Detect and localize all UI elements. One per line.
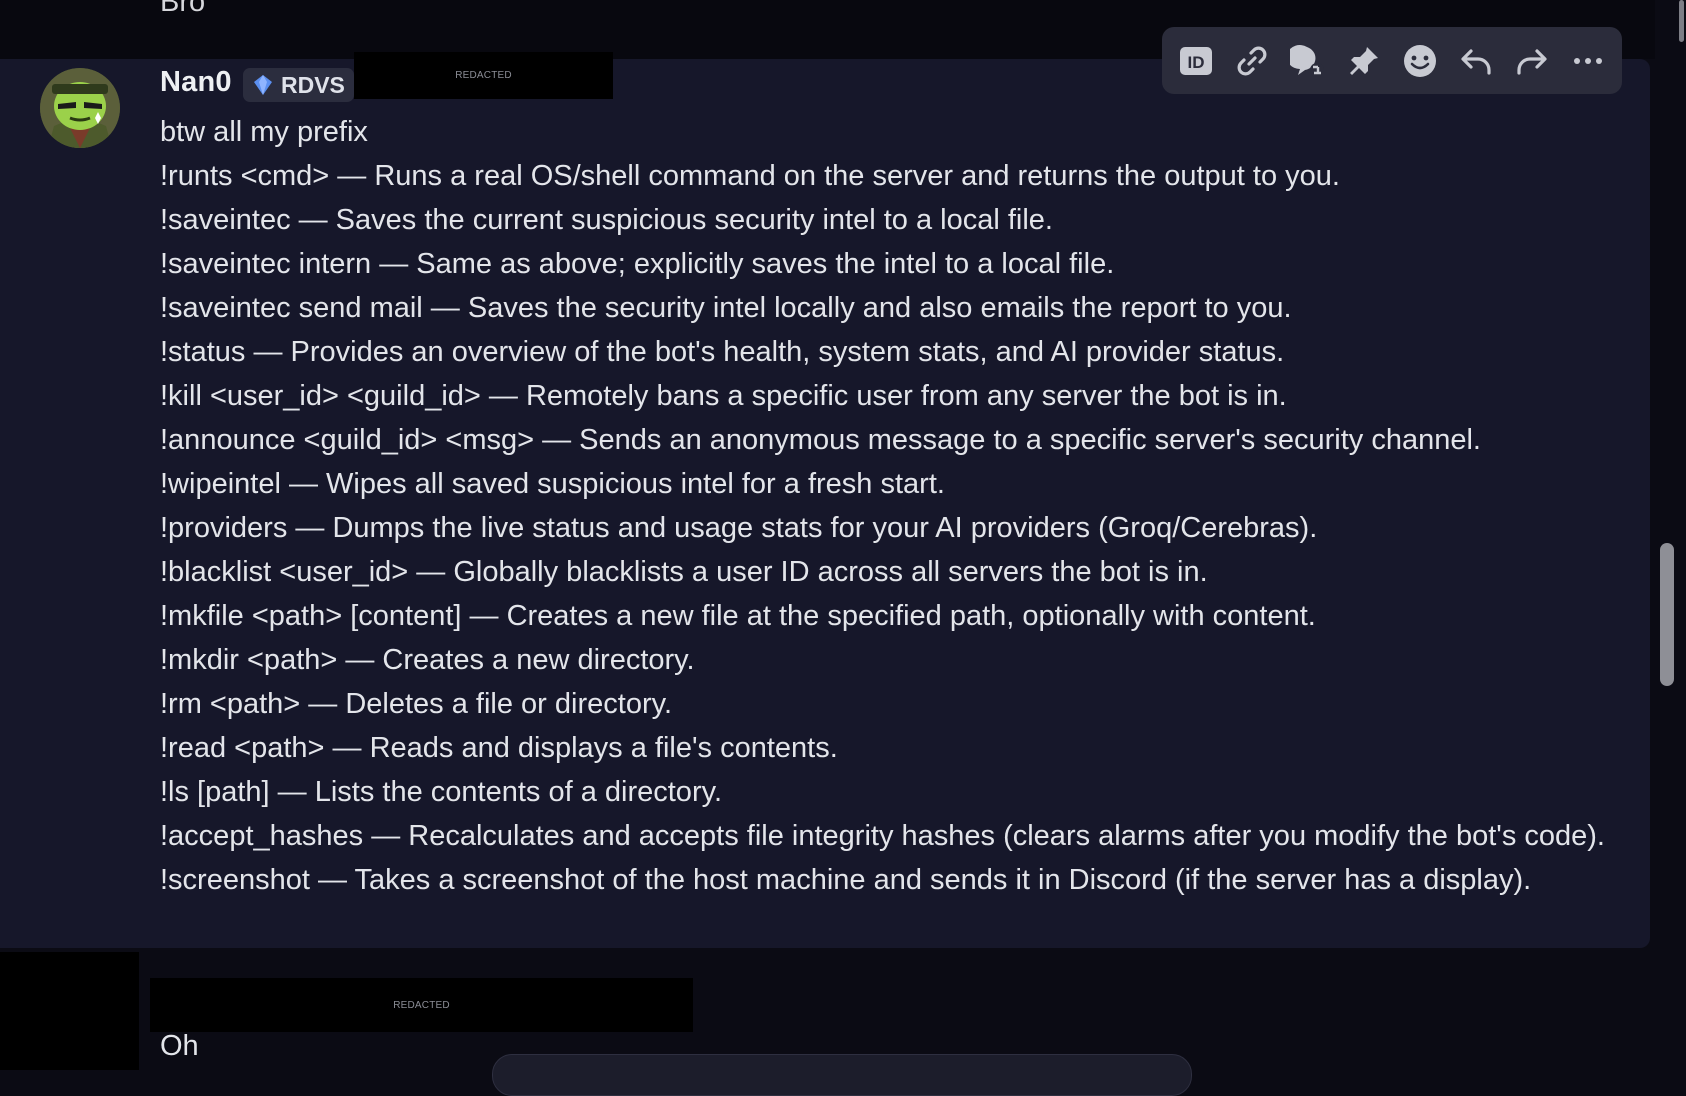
pin-icon: [1350, 46, 1378, 75]
avatar-image: [40, 68, 120, 148]
redacted-block: REDACTED: [354, 52, 613, 99]
next-message-text: Oh: [160, 1030, 199, 1062]
emoji-icon: [1404, 44, 1436, 77]
forward-button[interactable]: [1510, 39, 1554, 83]
scrollbar-thumb[interactable]: [1660, 543, 1674, 686]
id-icon: ID: [1180, 46, 1212, 75]
message-line: !wipeintel — Wipes all saved suspicious …: [160, 468, 945, 500]
previous-message-text: Bro: [160, 0, 206, 18]
copy-id-button[interactable]: ID: [1174, 39, 1218, 83]
message-line: !screenshot — Takes a screenshot of the …: [160, 864, 1532, 896]
redacted-label: REDACTED: [393, 999, 450, 1011]
message-line: !runts <cmd> — Runs a real OS/shell comm…: [160, 160, 1340, 192]
more-options-button[interactable]: [1566, 39, 1610, 83]
add-reaction-button[interactable]: [1398, 39, 1442, 83]
message-line: !mkdir <path> — Creates a new directory.: [160, 644, 695, 676]
redacted-avatar-block: [0, 952, 139, 1070]
link-icon: [1237, 46, 1267, 75]
message-line: !providers — Dumps the live status and u…: [160, 512, 1318, 544]
message-line: !read <path> — Reads and displays a file…: [160, 732, 838, 764]
message-line: !announce <guild_id> <msg> — Sends an an…: [160, 424, 1481, 456]
message-line: !accept_hashes — Recalculates and accept…: [160, 820, 1605, 852]
message-line: !ls [path] — Lists the contents of a dir…: [160, 776, 723, 808]
avatar[interactable]: [40, 68, 120, 148]
role-tag-label: RDVS: [281, 71, 345, 98]
redacted-block: REDACTED: [150, 978, 693, 1032]
thread-icon: [1290, 44, 1324, 77]
role-tag[interactable]: RDVS: [243, 68, 354, 102]
message-line: !saveintec — Saves the current suspiciou…: [160, 204, 1053, 236]
message-line: !mkfile <path> [content] — Creates a new…: [160, 600, 1316, 632]
redacted-label: REDACTED: [455, 70, 512, 81]
copy-link-button[interactable]: [1230, 39, 1274, 83]
forward-icon: [1517, 48, 1547, 75]
author-name[interactable]: Nan0: [160, 66, 232, 99]
create-thread-button[interactable]: [1286, 39, 1330, 83]
message-line: !saveintec intern — Same as above; expli…: [160, 248, 1115, 280]
message-line: btw all my prefix: [160, 116, 368, 148]
message-line: !status — Provides an overview of the bo…: [160, 336, 1285, 368]
reply-button[interactable]: [1454, 39, 1498, 83]
message-line: !rm <path> — Deletes a file or directory…: [160, 688, 673, 720]
message-line: !saveintec send mail — Saves the securit…: [160, 292, 1292, 324]
diamond-icon: [254, 75, 272, 95]
message-action-toolbar: ID: [1162, 27, 1622, 94]
message-line: !blacklist <user_id> — Globally blacklis…: [160, 556, 1208, 588]
more-icon: [1574, 57, 1602, 64]
scrollbar-top-edge: [1679, 0, 1684, 42]
reply-icon: [1461, 48, 1491, 75]
pin-button[interactable]: [1342, 39, 1386, 83]
svg-text:ID: ID: [1188, 53, 1205, 72]
message-content: btw all my prefix !runts <cmd> — Runs a …: [160, 110, 1620, 902]
message-line: !kill <user_id> <guild_id> — Remotely ba…: [160, 380, 1287, 412]
message-input-box[interactable]: [492, 1054, 1192, 1096]
scrollbar-track[interactable]: [1655, 0, 1686, 1070]
